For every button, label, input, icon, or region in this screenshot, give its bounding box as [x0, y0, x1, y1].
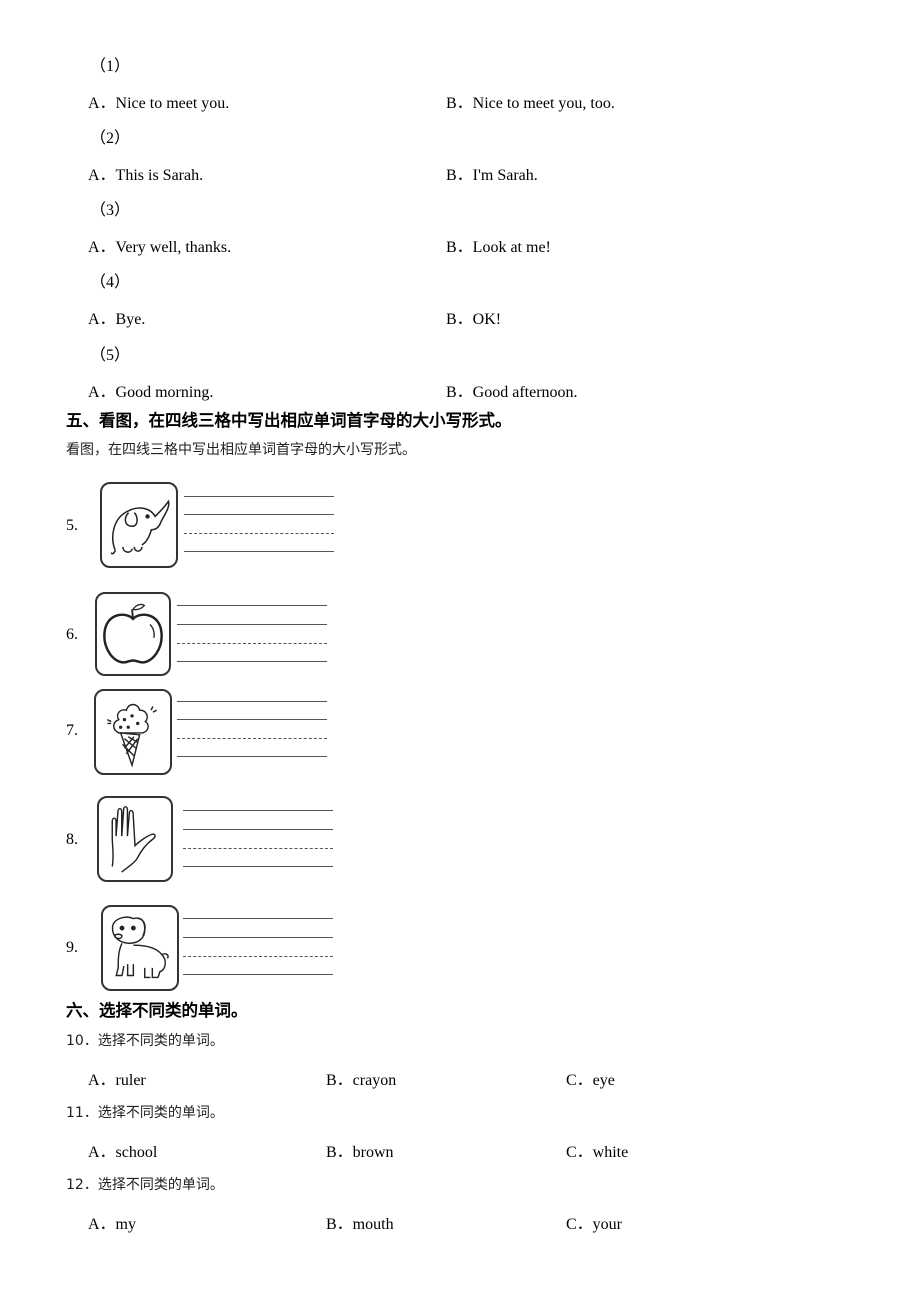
option-b[interactable]: B．Good afternoon. [446, 378, 578, 402]
question-prompt: 12．选择不同类的单词。 [66, 1177, 224, 1193]
section-5-instruction: 看图，在四线三格中写出相应单词首字母的大小写形式。 [66, 442, 416, 458]
option-b[interactable]: B．brown [326, 1138, 394, 1162]
item-number: 7. [66, 722, 78, 739]
elephant-icon [100, 482, 178, 568]
four-line-grid[interactable] [177, 701, 327, 757]
option-c[interactable]: C．eye [566, 1066, 615, 1090]
option-b[interactable]: B．crayon [326, 1066, 396, 1090]
item-number: 5. [66, 517, 78, 534]
question-prompt: 11．选择不同类的单词。 [66, 1105, 224, 1121]
option-a[interactable]: A．Very well, thanks. [88, 233, 231, 257]
item-number: 8. [66, 831, 78, 848]
question-number: （5） [90, 347, 131, 364]
option-a[interactable]: A．school [88, 1138, 157, 1162]
option-a[interactable]: A．Bye. [88, 305, 145, 329]
ice-cream-icon [94, 689, 172, 775]
option-b[interactable]: B．OK! [446, 305, 501, 329]
option-a[interactable]: A．Good morning. [88, 378, 213, 402]
question-number: （1） [90, 58, 131, 75]
option-b[interactable]: B．Look at me! [446, 233, 551, 257]
section-6-title: 六、选择不同类的单词。 [66, 1001, 248, 1020]
four-line-grid[interactable] [183, 918, 333, 975]
option-b[interactable]: B．I'm Sarah. [446, 161, 538, 185]
four-line-grid[interactable] [183, 810, 333, 867]
section-5-title: 五、看图，在四线三格中写出相应单词首字母的大小写形式。 [66, 411, 512, 430]
option-a[interactable]: A．Nice to meet you. [88, 89, 229, 113]
question-prompt: 10．选择不同类的单词。 [66, 1033, 224, 1049]
four-line-grid[interactable] [184, 496, 334, 552]
item-number: 9. [66, 939, 78, 956]
dog-icon [101, 905, 179, 991]
question-number: （4） [90, 274, 131, 291]
hand-icon [97, 796, 173, 882]
option-a[interactable]: A．ruler [88, 1066, 146, 1090]
option-c[interactable]: C．your [566, 1210, 622, 1234]
question-number: （3） [90, 202, 131, 219]
option-a[interactable]: A．This is Sarah. [88, 161, 203, 185]
apple-icon [95, 592, 171, 676]
option-a[interactable]: A．my [88, 1210, 136, 1234]
option-b[interactable]: B．Nice to meet you, too. [446, 89, 615, 113]
question-number: （2） [90, 130, 131, 147]
option-c[interactable]: C．white [566, 1138, 628, 1162]
option-b[interactable]: B．mouth [326, 1210, 394, 1234]
four-line-grid[interactable] [177, 605, 327, 662]
item-number: 6. [66, 626, 78, 643]
